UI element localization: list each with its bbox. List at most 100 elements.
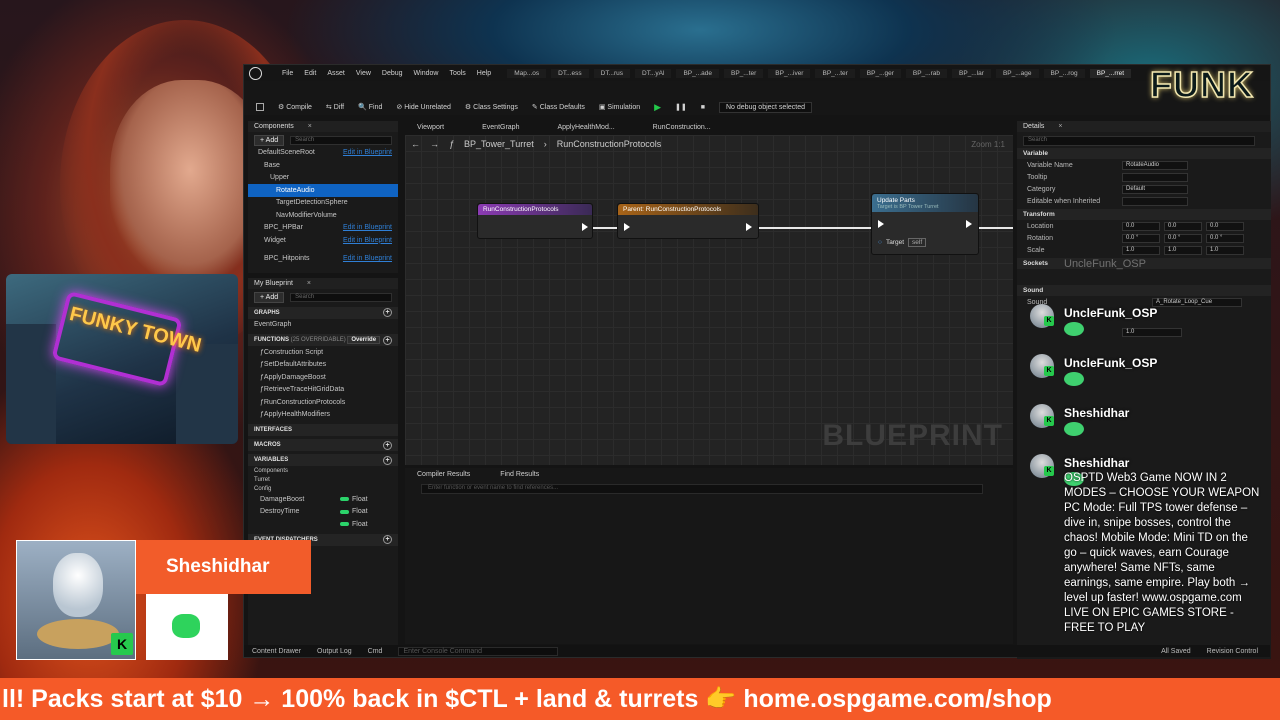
variable-group[interactable]: Components (248, 466, 398, 475)
functions-section[interactable]: FUNCTIONS (25 OVERRIDABLE) Override + (248, 334, 398, 346)
menu-item-file[interactable]: File (282, 70, 293, 77)
component-item[interactable]: DefaultSceneRoot Edit in Blueprint (248, 147, 398, 160)
function-item[interactable]: ƒ ApplyDamageBoost (248, 371, 398, 384)
graph-tab[interactable]: EventGraph (482, 124, 519, 131)
tab-find-results[interactable]: Find Results (500, 471, 539, 478)
graph-tab[interactable]: ApplyHealthMod... (557, 124, 614, 131)
console-input[interactable]: Enter Console Command (398, 646, 559, 656)
output-log-button[interactable]: Output Log (317, 648, 352, 655)
function-item[interactable]: ƒ Construction Script (248, 346, 398, 359)
play-icon[interactable]: ▶ (654, 102, 661, 113)
graphs-section[interactable]: GRAPHS + (248, 306, 398, 319)
sound-section[interactable]: Sound (1017, 285, 1271, 296)
details-row-value[interactable] (1122, 172, 1188, 182)
component-item[interactable]: NavModifierVolume (248, 209, 398, 222)
add-graph-icon[interactable]: + (383, 308, 392, 317)
transform-value-input[interactable]: 0.0 ° (1206, 233, 1244, 243)
menu-item-tools[interactable]: Tools (449, 70, 465, 77)
class-settings-button[interactable]: ⚙ Class Settings (465, 103, 518, 111)
editor-tab[interactable]: BP_...age (995, 68, 1039, 78)
component-item[interactable]: Upper (248, 172, 398, 185)
component-item[interactable]: RotateAudio (248, 184, 398, 197)
editor-tab[interactable]: BP_...iver (768, 68, 811, 78)
unreal-logo-icon[interactable] (244, 65, 266, 81)
exec-in-pin[interactable] (624, 223, 630, 231)
stop-icon[interactable]: ■ (701, 104, 705, 111)
transform-value-input[interactable]: 1.0 (1206, 245, 1244, 255)
edit-in-blueprint-link[interactable]: Edit in Blueprint (343, 237, 398, 244)
exec-out-pin[interactable] (746, 223, 752, 231)
edit-in-blueprint-link[interactable]: Edit in Blueprint (343, 149, 398, 156)
diff-button[interactable]: ⇆ Diff (326, 103, 344, 111)
compile-button[interactable]: ⚙ Compile (278, 103, 312, 111)
update-parts-node[interactable]: Update Parts Target is BP Tower Turret ○… (871, 193, 979, 255)
variable-group[interactable]: Turret (248, 475, 398, 484)
forward-arrow-icon[interactable]: → (430, 139, 439, 149)
details-row-value[interactable]: Default (1122, 184, 1188, 194)
target-pin[interactable]: ○ Target self (878, 238, 927, 247)
details-row-value[interactable]: RotateAudio (1122, 160, 1188, 170)
add-macro-icon[interactable]: + (383, 440, 392, 450)
editor-tab[interactable]: BP_...ger (859, 68, 901, 78)
menu-item-help[interactable]: Help (477, 70, 491, 77)
component-item[interactable]: BPC_Hitpoints Edit in Blueprint (248, 253, 398, 266)
details-row-value[interactable] (1122, 196, 1188, 206)
graph-tab[interactable]: RunConstruction... (653, 124, 711, 131)
exec-in-pin[interactable] (878, 220, 884, 228)
editor-tab[interactable]: BP_...ter (724, 68, 764, 78)
blueprint-graph-canvas[interactable]: RunConstructionProtocols Parent: RunCons… (405, 135, 1013, 465)
editor-tab[interactable]: BP_...lar (952, 68, 991, 78)
revision-control-button[interactable]: Revision Control (1207, 648, 1258, 655)
add-component-button[interactable]: + Add (254, 134, 285, 146)
transform-value-input[interactable]: 0.0 (1164, 221, 1202, 231)
editor-tab[interactable]: DT...rus (593, 68, 631, 78)
all-saved-status[interactable]: All Saved (1161, 648, 1191, 655)
debug-object-select[interactable]: No debug object selected (719, 101, 812, 113)
exec-out-pin[interactable] (582, 223, 588, 231)
my-blueprint-search-input[interactable]: Search (290, 292, 392, 302)
component-item[interactable]: Widget Edit in Blueprint (248, 234, 398, 247)
close-icon[interactable]: × (1058, 123, 1062, 130)
find-button[interactable]: 🔍 Find (358, 103, 382, 111)
variable-section[interactable]: Variable (1017, 148, 1271, 159)
transform-value-input[interactable]: 1.0 (1164, 245, 1202, 255)
simulation-button[interactable]: ▣ Simulation (599, 103, 640, 111)
breadcrumb-blueprint[interactable]: BP_Tower_Turret (464, 139, 534, 149)
edit-in-blueprint-link[interactable]: Edit in Blueprint (343, 255, 398, 262)
interfaces-section[interactable]: INTERFACES (248, 424, 398, 436)
cmd-dropdown[interactable]: Cmd (368, 648, 383, 655)
components-search-input[interactable]: Search (290, 135, 392, 145)
component-item[interactable]: TargetDetectionSphere (248, 197, 398, 210)
variable-item[interactable]: DestroyTime Float (248, 506, 398, 519)
menu-item-edit[interactable]: Edit (304, 70, 316, 77)
editor-tab[interactable]: DT...ess (551, 68, 589, 78)
breadcrumb-function[interactable]: RunConstructionProtocols (557, 139, 662, 149)
variable-item[interactable]: Float (248, 518, 398, 531)
save-icon[interactable] (256, 103, 264, 111)
find-results-search-input[interactable]: Enter function or event name to find ref… (421, 484, 983, 494)
transform-value-input[interactable]: 0.0 ° (1164, 233, 1202, 243)
editor-tab[interactable]: BP_...rog (1043, 68, 1085, 78)
macros-section[interactable]: MACROS + (248, 439, 398, 451)
editor-tab[interactable]: BP_...ter (815, 68, 855, 78)
exec-out-pin[interactable] (966, 220, 972, 228)
override-dropdown[interactable]: Override (347, 336, 381, 344)
parent-call-node[interactable]: Parent: RunConstructionProtocols (617, 203, 759, 239)
edit-in-blueprint-link[interactable]: Edit in Blueprint (343, 224, 398, 231)
add-member-button[interactable]: + Add (254, 291, 285, 303)
function-item[interactable]: ƒ SetDefaultAttributes (248, 359, 398, 372)
menu-item-window[interactable]: Window (414, 70, 439, 77)
class-defaults-button[interactable]: ✎ Class Defaults (532, 103, 585, 111)
add-dispatcher-icon[interactable]: + (383, 535, 392, 544)
back-arrow-icon[interactable]: ← (411, 139, 420, 149)
menu-item-debug[interactable]: Debug (382, 70, 403, 77)
close-icon[interactable]: × (308, 123, 312, 130)
transform-value-input[interactable]: 0.0 (1122, 221, 1160, 231)
transform-value-input[interactable]: 0.0 (1206, 221, 1244, 231)
eventgraph-item[interactable]: EventGraph (248, 319, 398, 332)
add-function-icon[interactable]: + (383, 335, 392, 345)
editor-tab[interactable]: BP_...ade (676, 68, 719, 78)
hide-unrelated-button[interactable]: ⊘ Hide Unrelated (396, 103, 451, 111)
transform-value-input[interactable]: 0.0 ° (1122, 233, 1160, 243)
function-item[interactable]: ƒ RetrieveTraceHitGridData (248, 384, 398, 397)
